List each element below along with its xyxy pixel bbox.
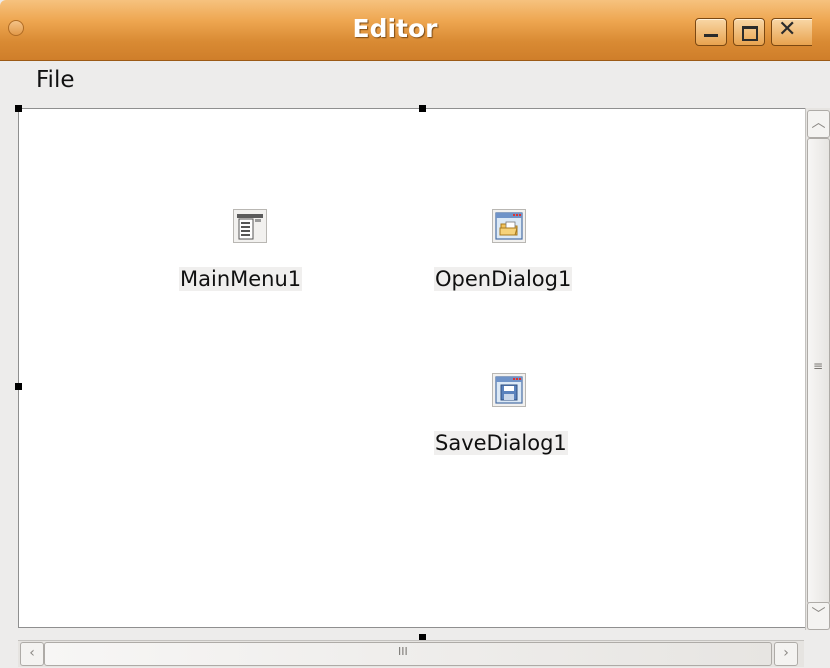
scroll-right-button[interactable]: ›: [774, 642, 798, 666]
open-dialog-icon: [492, 209, 526, 243]
component-label: SaveDialog1: [434, 431, 568, 455]
vertical-scroll-thumb[interactable]: ≡: [807, 138, 830, 604]
component-label: OpenDialog1: [434, 267, 573, 291]
main-menu-icon: [233, 209, 267, 243]
window-title: Editor: [352, 14, 438, 43]
minimize-button[interactable]: [695, 18, 727, 46]
scroll-left-button[interactable]: ‹: [20, 642, 44, 666]
resize-handle-left[interactable]: [15, 383, 22, 390]
menu-file[interactable]: File: [26, 67, 85, 93]
chevron-down-icon: ﹀: [811, 607, 826, 623]
scroll-grip-icon: III: [398, 645, 408, 658]
maximize-icon: [742, 26, 758, 41]
save-dialog-icon: [492, 373, 526, 407]
resize-handle-top-left[interactable]: [15, 105, 22, 112]
title-bar[interactable]: Editor ✕: [0, 0, 830, 61]
menu-bar: File: [0, 61, 830, 101]
resize-handle-top[interactable]: [419, 105, 426, 112]
component-opendialog1[interactable]: OpenDialog1: [434, 205, 614, 305]
minimize-icon: [704, 34, 718, 37]
form-design-canvas[interactable]: MainMenu1 OpenDialog1 SaveDialog1: [15, 105, 806, 641]
component-savedialog1[interactable]: SaveDialog1: [434, 369, 614, 469]
vertical-scrollbar[interactable]: ︿ ≡ ﹀: [805, 108, 830, 630]
editor-window: Editor ✕ File MainMenu1 OpenDialog1 Save…: [0, 0, 830, 668]
horizontal-scrollbar[interactable]: ‹ III ›: [18, 640, 804, 667]
scroll-grip-icon: ≡: [813, 359, 824, 373]
component-mainmenu1[interactable]: MainMenu1: [179, 205, 339, 305]
chevron-up-icon: ︿: [811, 115, 826, 131]
maximize-button[interactable]: [733, 18, 765, 46]
component-label: MainMenu1: [179, 267, 303, 291]
scroll-down-button[interactable]: ﹀: [807, 602, 830, 630]
horizontal-scroll-thumb[interactable]: III: [44, 642, 772, 666]
chevron-left-icon: ‹: [29, 645, 35, 661]
scroll-up-button[interactable]: ︿: [807, 110, 830, 138]
chevron-right-icon: ›: [783, 645, 789, 661]
close-button[interactable]: ✕: [771, 17, 812, 46]
close-icon: ✕: [778, 17, 797, 42]
